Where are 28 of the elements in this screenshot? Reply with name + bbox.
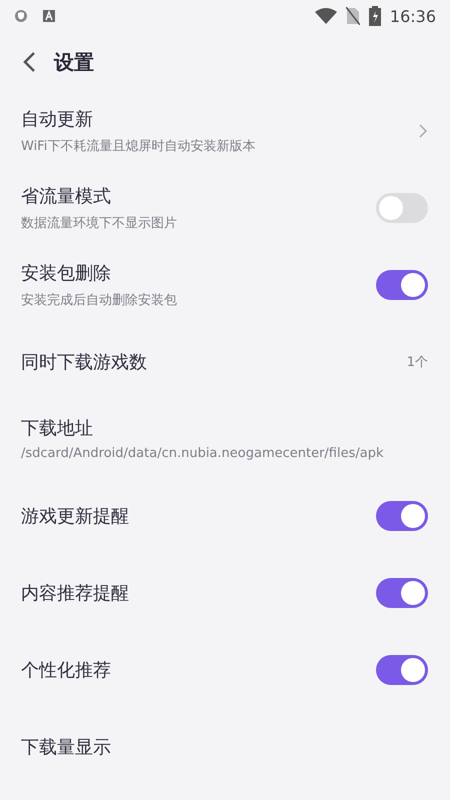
setting-title[interactable]: 个性化推荐 [21,658,376,682]
setting-title[interactable]: 同时下载游戏数 [21,350,407,374]
toggle-switch[interactable] [376,578,428,608]
no-sim-icon [346,7,360,25]
setting-title[interactable]: 游戏更新提醒 [21,504,376,528]
setting-description: WiFi下不耗流量且熄屏时自动安装新版本 [21,138,256,154]
setting-title[interactable]: 自动更新 [21,106,418,130]
app-icon [42,9,56,23]
back-icon [22,51,36,73]
setting-description: /sdcard/Android/data/cn.nubia.neogamecenter/files/apk [21,446,385,461]
status-time: 16:36 [390,6,436,26]
shield-icon [14,9,28,23]
setting-description: 数据流量环境下不显示图片 [21,214,178,232]
toggle-switch[interactable] [376,192,428,222]
setting-title[interactable]: 安装包删除 [21,260,376,284]
battery-icon [368,6,381,26]
setting-title[interactable]: 内容推荐提醒 [21,580,376,604]
setting-title[interactable]: 下载地址 [21,416,428,440]
chevron-right-icon [418,122,428,138]
wifi-icon [314,8,337,24]
toggle-switch[interactable] [376,270,428,300]
setting-title[interactable]: 省流量模式 [21,184,376,208]
toggle-switch[interactable] [376,500,428,530]
page-title: 设置 [54,48,94,76]
setting-description: 安装完成后自动删除安装包 [21,292,178,308]
setting-value: 1个 [406,354,428,370]
setting-title[interactable]: 下载量显示 [21,734,428,758]
toggle-switch[interactable] [376,654,428,684]
